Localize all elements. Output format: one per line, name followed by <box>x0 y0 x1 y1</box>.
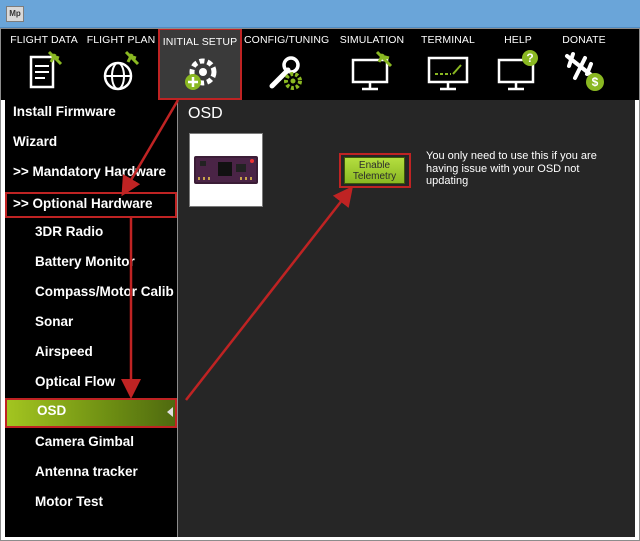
menu-label: CONFIG/TUNING <box>244 34 330 46</box>
help-icon: ? <box>497 50 538 91</box>
telemetry-hint-text: You only need to use this if you are hav… <box>426 150 597 187</box>
terminal-icon <box>427 56 469 91</box>
sidebar-item-optical-flow[interactable]: Optical Flow <box>5 370 177 400</box>
sidebar-item-airspeed[interactable]: Airspeed <box>5 340 177 370</box>
menu-label: FLIGHT PLAN <box>86 34 156 46</box>
menu-initial-setup[interactable]: INITIAL SETUP <box>158 28 242 100</box>
title-bar: Mp <box>0 0 640 28</box>
menu-label: SIMULATION <box>339 34 405 46</box>
sidebar-item-3dr-radio[interactable]: 3DR Radio <box>5 220 177 250</box>
simulation-icon <box>351 50 393 91</box>
menu-label: DONATE <box>562 34 606 46</box>
svg-text:$: $ <box>592 75 599 89</box>
sidebar-item-battery-monitor[interactable]: Battery Monitor <box>5 250 177 280</box>
menu-help[interactable]: HELP ? <box>488 28 548 100</box>
osd-panel: OSD Enable Telemetry You only need to us… <box>178 100 635 537</box>
sidebar-item-antenna-tracker[interactable]: Antenna tracker <box>5 460 177 490</box>
osd-board-image <box>189 133 263 207</box>
menu-label: FLIGHT DATA <box>10 34 78 46</box>
sidebar-item-osd[interactable]: OSD <box>5 398 177 428</box>
enable-telemetry-button[interactable]: Enable Telemetry <box>344 157 405 184</box>
donate-icon: $ <box>565 52 604 91</box>
sidebar-item-label: OSD <box>37 403 67 418</box>
osd-board-picture <box>194 156 258 184</box>
flight-data-icon <box>29 50 63 89</box>
setup-sidebar: Install Firmware Wizard >> Mandatory Har… <box>5 100 178 537</box>
menu-donate[interactable]: DONATE $ <box>553 28 615 100</box>
flight-plan-icon <box>103 50 140 91</box>
sidebar-item-camera-gimbal[interactable]: Camera Gimbal <box>5 430 177 460</box>
sidebar-item-wizard[interactable]: Wizard <box>5 130 177 160</box>
sidebar-item-motor-test[interactable]: Motor Test <box>5 490 177 520</box>
menu-label: TERMINAL <box>421 34 475 46</box>
sidebar-item-sonar[interactable]: Sonar <box>5 310 177 340</box>
sidebar-item-mandatory-hardware[interactable]: >> Mandatory Hardware <box>5 160 177 190</box>
app-logo-icon: Mp <box>6 6 24 22</box>
main-menu-bar: FLIGHT DATA FLIGHT PLAN INITIAL SETUP CO… <box>0 28 640 100</box>
menu-terminal[interactable]: TERMINAL <box>413 28 483 100</box>
menu-label: HELP <box>504 34 532 46</box>
sidebar-item-optional-hardware[interactable]: >> Optional Hardware <box>5 192 177 218</box>
menu-config-tuning[interactable]: CONFIG/TUNING <box>244 28 330 100</box>
sidebar-item-install-firmware[interactable]: Install Firmware <box>5 100 177 130</box>
selection-caret-icon <box>167 407 173 417</box>
menu-flight-data[interactable]: FLIGHT DATA <box>7 28 81 100</box>
menu-simulation[interactable]: SIMULATION <box>334 28 410 100</box>
initial-setup-icon <box>185 58 217 90</box>
sidebar-item-compass-motor-calib[interactable]: Compass/Motor Calib <box>5 280 177 310</box>
menu-label: INITIAL SETUP <box>162 36 238 48</box>
svg-text:?: ? <box>526 51 533 65</box>
menu-flight-plan[interactable]: FLIGHT PLAN <box>84 28 158 100</box>
page-title: OSD <box>188 105 223 122</box>
config-tuning-icon <box>269 56 302 90</box>
